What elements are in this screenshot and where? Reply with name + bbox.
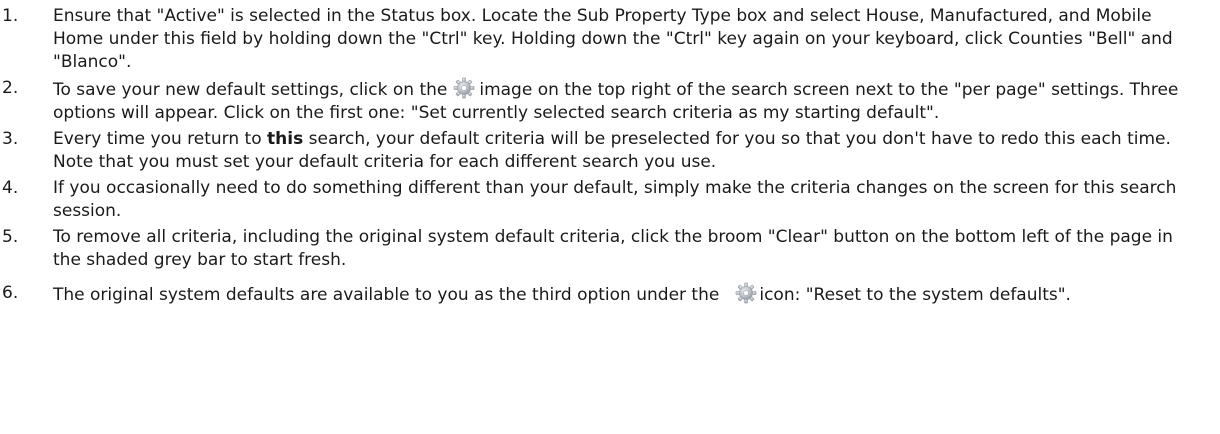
step-emphasis: this (267, 129, 304, 149)
step-number: 2. (2, 78, 19, 98)
step-text-before: The original system defaults are availab… (53, 285, 720, 305)
step-number: 3. (2, 129, 19, 149)
step-number: 6. (2, 283, 19, 303)
step-text-after: icon: "Reset to the system defaults". (759, 285, 1071, 305)
step-text-before: Every time you return to (53, 129, 262, 149)
step-1: 1. Ensure that "Active" is selected in t… (0, 5, 1200, 74)
step-5: 5. To remove all criteria, including the… (0, 226, 1200, 272)
step-number: 1. (2, 6, 19, 26)
step-number: 4. (2, 178, 19, 198)
step-text: If you occasionally need to do something… (53, 178, 1177, 221)
step-text: Ensure that "Active" is selected in the … (53, 6, 1173, 72)
step-4: 4. If you occasionally need to do someth… (0, 177, 1200, 223)
step-number: 5. (2, 227, 19, 247)
step-2: 2. To save your new default settings, cl… (0, 77, 1200, 125)
instruction-list: 1. Ensure that "Active" is selected in t… (0, 0, 1220, 307)
step-3: 3. Every time you return to this search,… (0, 128, 1200, 174)
step-text-before: To save your new default settings, click… (53, 80, 448, 100)
gear-icon (453, 77, 475, 99)
step-6: 6. The original system defaults are avai… (0, 282, 1200, 307)
step-text: To remove all criteria, including the or… (53, 227, 1173, 270)
gear-icon (735, 282, 757, 304)
